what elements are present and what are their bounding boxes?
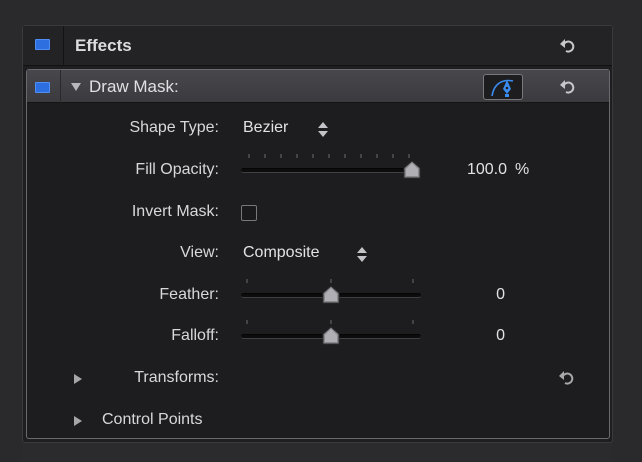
falloff-slider-thumb[interactable] (321, 326, 341, 346)
effects-header: Effects (23, 26, 612, 66)
fill-opacity-row: Fill Opacity: 100.0 % (27, 154, 609, 183)
invert-mask-row: Invert Mask: (27, 201, 609, 225)
feather-slider-thumb[interactable] (321, 285, 341, 305)
disclosure-triangle-open-icon[interactable] (71, 83, 81, 91)
shape-type-popup[interactable]: Bezier (243, 119, 288, 137)
fill-opacity-value[interactable]: 100.0 (447, 161, 507, 179)
slider-ticks (248, 154, 410, 158)
draw-mask-enable-checkbox[interactable] (35, 82, 50, 93)
right-margin (612, 0, 642, 462)
popup-stepper-icon[interactable] (318, 122, 328, 138)
view-row: View: Composite (27, 242, 609, 266)
draw-mask-section: Draw Mask: Shape Type: Bezier Fill Opaci… (26, 69, 610, 439)
shape-type-row: Shape Type: Bezier (27, 117, 609, 141)
reset-arrow-icon[interactable] (559, 37, 577, 55)
reset-arrow-icon[interactable] (558, 369, 576, 387)
disclosure-triangle-closed-icon[interactable] (74, 374, 82, 384)
transforms-row[interactable]: Transforms: (27, 367, 609, 391)
popup-stepper-icon[interactable] (357, 247, 367, 263)
fill-opacity-unit: % (515, 161, 530, 178)
disclosure-triangle-closed-icon[interactable] (74, 416, 82, 426)
falloff-value[interactable]: 0 (447, 327, 505, 345)
pen-tool-icon (491, 79, 514, 97)
fill-opacity-label: Fill Opacity: (135, 161, 219, 178)
window-background (0, 0, 642, 26)
fill-opacity-slider-track[interactable] (241, 168, 421, 173)
view-popup[interactable]: Composite (243, 244, 319, 262)
transforms-label: Transforms: (134, 369, 219, 386)
control-points-row[interactable]: Control Points (27, 409, 609, 433)
invert-mask-checkbox[interactable] (241, 205, 257, 221)
falloff-row: Falloff: 0 (27, 320, 609, 349)
feather-label: Feather: (159, 286, 219, 303)
left-margin (0, 0, 22, 462)
shape-type-label: Shape Type: (129, 119, 219, 136)
effects-enable-checkbox[interactable] (35, 39, 50, 50)
effects-title: Effects (75, 36, 132, 55)
fill-opacity-slider-thumb[interactable] (402, 160, 422, 180)
draw-mask-title: Draw Mask: (89, 77, 179, 96)
view-label: View: (180, 244, 219, 261)
effects-panel: Effects Draw Mask: Shape Type: Bezier Fi… (22, 25, 613, 443)
control-points-label: Control Points (102, 411, 203, 428)
draw-mask-header[interactable]: Draw Mask: (27, 70, 609, 103)
header-divider (60, 70, 61, 103)
falloff-label: Falloff: (171, 327, 219, 344)
reset-arrow-icon[interactable] (559, 78, 577, 96)
feather-row: Feather: 0 (27, 279, 609, 308)
header-divider (63, 26, 64, 66)
invert-mask-label: Invert Mask: (131, 203, 219, 220)
pen-tool-button[interactable] (483, 74, 523, 100)
feather-value[interactable]: 0 (447, 286, 505, 304)
